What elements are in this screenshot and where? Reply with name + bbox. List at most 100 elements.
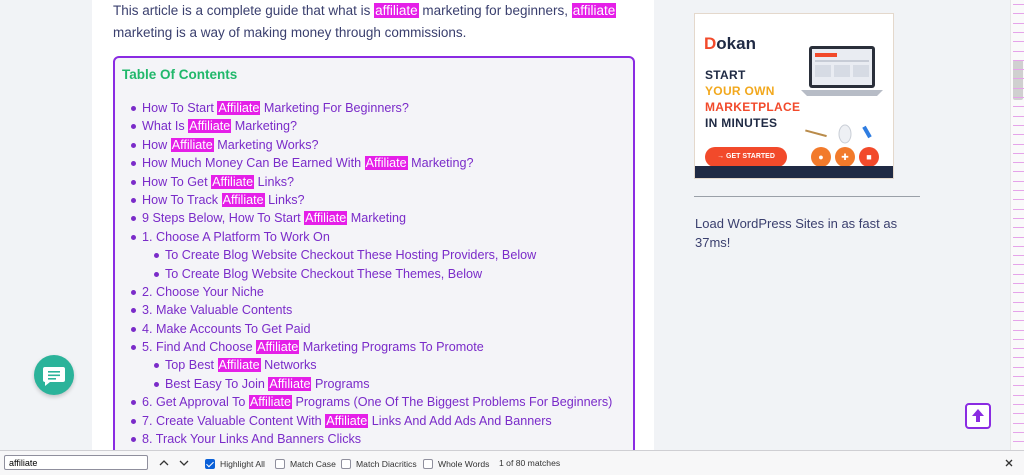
scrollbar-match-marker [1013,4,1024,5]
scrollbar-match-marker [1013,413,1024,415]
chat-bubble-icon [43,367,65,386]
scrollbar-match-marker [1013,283,1024,284]
toc-link[interactable]: 9 Steps Below, How To Start Affiliate Ma… [131,209,626,227]
scrollbar-match-marker [1013,236,1024,238]
article-column: This article is a complete guide that wh… [92,0,654,450]
table-of-contents: Table Of Contents How To Start Affiliate… [113,56,635,450]
search-highlight: Affiliate [248,395,292,410]
scrollbar-match-marker [1013,273,1024,275]
toc-link[interactable]: What Is Affiliate Marketing? [131,117,626,135]
desk-items-icon [805,124,872,144]
scrollbar-match-marker [1013,106,1024,108]
toc-link[interactable]: 6. Get Approval To Affiliate Programs (O… [131,393,626,411]
scrollbar-match-marker [1013,422,1024,424]
match-count: 1 of 80 matches [499,458,561,468]
search-highlight: Affiliate [170,137,214,152]
scrollbar-match-marker [1013,190,1024,191]
toc-link[interactable]: How To Track Affiliate Links? [131,191,626,209]
search-highlight: Affiliate [364,156,408,171]
match-case-checkbox[interactable]: Match Case [275,458,336,469]
whole-words-checkbox[interactable]: Whole Words [423,458,489,469]
scrollbar-match-marker [1013,124,1024,126]
toc-link[interactable]: 2. Choose Your Niche [131,283,626,301]
scrollbar-match-marker [1013,87,1024,89]
text-segment: 1. Choose A Platform To Work On [142,229,330,244]
ad-line-4: IN MINUTES [705,116,778,130]
dokan-logo: Dokan [704,34,756,53]
toc-link[interactable]: How To Start Affiliate Marketing For Beg… [131,99,626,117]
chevron-down-icon[interactable] [178,457,190,469]
text-segment: How To Get [142,174,212,189]
scrollbar-match-marker [1013,227,1024,229]
scrollbar-match-marker [1013,180,1024,182]
scrollbar-match-marker [1013,357,1024,359]
text-segment: This article is a complete guide that wh… [113,3,375,18]
scrollbar-match-marker [1013,208,1024,210]
chevron-up-icon[interactable] [158,457,170,469]
scrollbar-match-marker [1013,441,1024,443]
toc-link[interactable]: 4. Make Accounts To Get Paid [131,320,626,338]
search-highlight: Affiliate [217,101,261,115]
scrollbar-match-marker [1013,134,1024,136]
store-icon: ■ [859,147,879,167]
highlight-all-checkbox[interactable]: Highlight All [205,458,265,469]
back-to-top-button[interactable] [965,403,991,429]
toc-link[interactable]: 7. Create Valuable Content With Affiliat… [131,412,626,430]
text-segment: 7. Create Valuable Content With [142,413,326,428]
get-started-button[interactable]: → GET STARTED [705,147,787,167]
toc-link[interactable]: To Create Blog Website Checkout These Th… [131,265,626,283]
scrollbar-match-marker [1013,348,1024,350]
find-bar: Highlight All Match Case Match Diacritic… [0,450,1024,475]
text-segment: Links And Add Ads And Banners [368,413,552,428]
ad-line-2: YOUR OWN [705,84,775,98]
checkbox-icon [423,458,433,469]
scrollbar-match-marker [1013,301,1024,303]
text-segment: 6. Get Approval To [142,395,249,410]
toc-link[interactable]: 1. Choose A Platform To Work On [131,228,626,246]
text-segment: Links? [264,192,305,207]
vertical-scrollbar[interactable] [1010,0,1024,450]
text-segment: marketing for beginners, [418,3,572,18]
dokan-ad-banner[interactable]: Dokan START YOUR OWN MARKETPLACE IN MINU… [694,13,894,179]
toc-link[interactable]: 5. Find And Choose Affiliate Marketing P… [131,338,626,356]
find-input[interactable] [4,455,148,470]
toc-link[interactable]: Top Best Affiliate Networks [131,356,626,374]
sidebar-promo-text: Load WordPress Sites in as fast as 37ms! [695,216,898,250]
text-segment: Marketing? [407,156,474,171]
scrollbar-match-marker [1013,366,1024,368]
scrollbar-thumb[interactable] [1013,60,1023,100]
scrollbar-match-marker [1013,255,1024,257]
match-diacritics-checkbox[interactable]: Match Diacritics [341,458,417,469]
scrollbar-match-marker [1013,13,1024,15]
close-icon[interactable] [1003,457,1015,469]
text-segment: To Create Blog Website Checkout These Th… [165,266,483,281]
cart-icon: ✚ [835,147,855,167]
text-segment: Links? [254,174,295,189]
toc-link[interactable]: How To Get Affiliate Links? [131,173,626,191]
text-segment: Marketing For Beginners? [260,101,409,115]
toc-link[interactable]: How Much Money Can Be Earned With Affili… [131,154,626,172]
scrollbar-match-marker [1013,199,1024,201]
text-segment: Marketing Works? [213,137,319,152]
article-intro: This article is a complete guide that wh… [113,0,643,44]
scrollbar-match-marker [1013,50,1024,52]
toc-link[interactable]: To Create Blog Website Checkout These Ho… [131,246,626,264]
text-segment: How [142,137,171,152]
toc-link[interactable]: How Affiliate Marketing Works? [131,136,626,154]
search-highlight: Affiliate [211,174,255,189]
toc-link[interactable]: 8. Track Your Links And Banners Clicks [131,430,626,448]
toc-link[interactable]: Best Easy To Join Affiliate Programs [131,375,626,393]
toc-link[interactable]: 3. Make Valuable Contents [131,301,626,319]
laptop-illustration-icon [801,46,883,96]
toc-title: Table Of Contents [122,67,238,82]
chat-button[interactable] [34,355,74,395]
checkbox-icon [275,458,285,469]
search-highlight: affiliate [374,3,419,18]
text-segment: How To Start [142,101,218,115]
text-segment: 5. Find And Choose [142,340,257,355]
text-segment: Marketing? [231,119,298,134]
text-segment: Top Best [165,358,218,373]
scrollbar-match-marker [1013,245,1024,247]
text-segment: Marketing Programs To Promote [299,340,484,355]
arrow-up-icon [972,409,984,422]
